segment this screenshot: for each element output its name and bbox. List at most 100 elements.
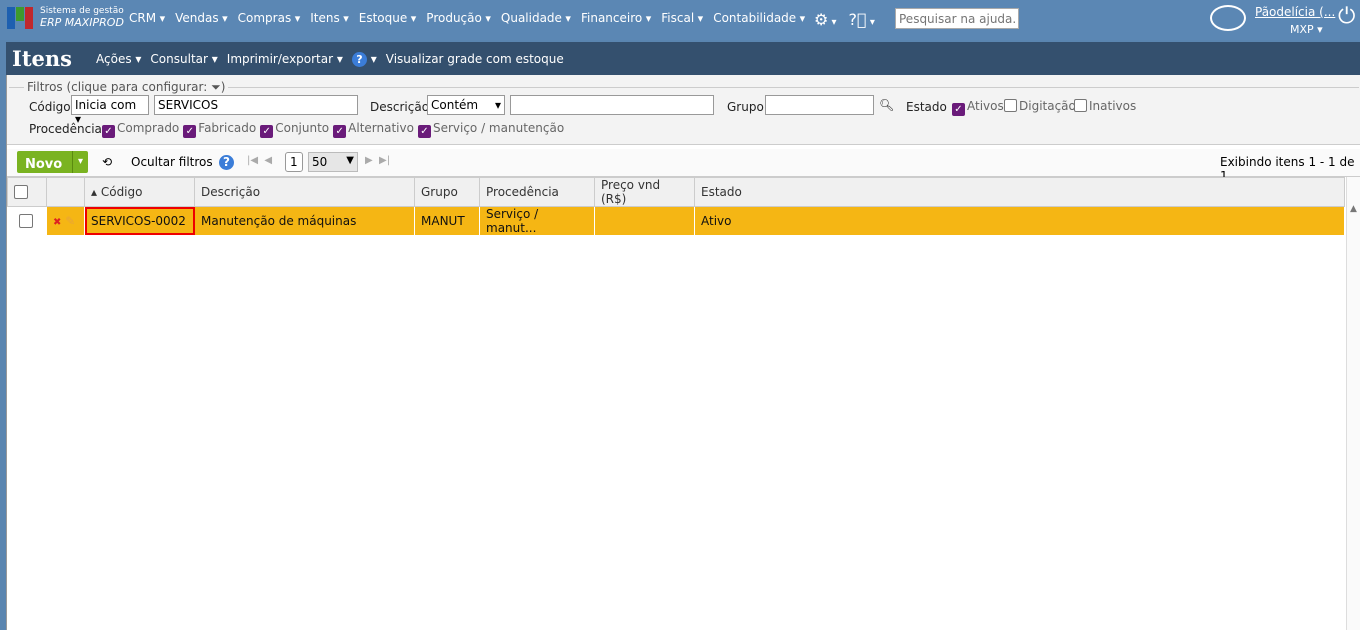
header-estado[interactable]: Estado xyxy=(694,177,1345,207)
edit-pencil-icon[interactable]: ✎ xyxy=(65,214,75,228)
proc-label: Alternativo xyxy=(348,121,414,135)
novo-dropdown-icon[interactable]: ▾ xyxy=(72,151,88,173)
cell-codigo[interactable]: SERVICOS-0002 xyxy=(84,206,195,235)
filters-legend[interactable]: Filtros (clique para configurar: ⏷) xyxy=(24,80,228,95)
main-content: Filtros (clique para configurar: ⏷) Códi… xyxy=(6,75,1360,630)
checkbox-checked[interactable]: ✓ xyxy=(102,125,115,138)
first-page-icon[interactable]: |◀ ◀ xyxy=(247,155,272,166)
descricao-input[interactable] xyxy=(510,95,714,115)
help-circle-icon[interactable]: ?⃝ ▾ xyxy=(849,10,875,29)
filters-legend-end: ) xyxy=(220,80,226,94)
help-icon[interactable]: ? xyxy=(219,155,234,170)
refresh-icon[interactable]: ⟲ xyxy=(102,155,112,169)
header-codigo[interactable]: ▴ Código xyxy=(84,177,195,207)
menu-crm[interactable]: CRM xyxy=(129,11,165,25)
codigo-input[interactable]: SERVICOS xyxy=(154,95,358,115)
user-link[interactable]: Pãodelícia (... xyxy=(1255,5,1335,19)
gear-icon[interactable]: ⚙ ▾ xyxy=(814,10,837,29)
proc-label: Serviço / manutenção xyxy=(432,121,565,135)
grid-stock-link[interactable]: Visualizar grade com estoque xyxy=(386,52,564,67)
cell-grupo[interactable]: MANUT xyxy=(414,206,480,235)
codigo-operator-value: Inicia com xyxy=(75,98,137,112)
proc-conjunto[interactable]: ✓ Conjunto xyxy=(260,121,329,138)
estado-label-text: Ativos xyxy=(967,99,1004,113)
menu-producao[interactable]: Produção xyxy=(426,11,491,25)
acoes-menu[interactable]: Ações xyxy=(96,52,141,67)
checkbox-unchecked[interactable] xyxy=(1004,99,1017,112)
table-row[interactable]: ✖ ✎ SERVICOS-0002 Manutenção de máquinas… xyxy=(7,206,1345,235)
help-menu[interactable]: ? ▾ xyxy=(351,52,377,67)
power-icon[interactable]: ⏻ xyxy=(1338,4,1355,29)
grid-toolbar: Novo ▾ ⟲ Ocultar filtros ? |◀ ◀ 1 50 ▼ ▶ ▶… xyxy=(7,149,1360,183)
hide-filters-button[interactable]: Ocultar filtros xyxy=(131,155,213,169)
select-all-header[interactable] xyxy=(7,177,47,207)
chat-bubble-icon[interactable] xyxy=(1210,5,1246,31)
consultar-menu[interactable]: Consultar xyxy=(150,52,217,67)
filter-icon[interactable]: ⏷ xyxy=(211,80,221,94)
imprimir-menu[interactable]: Imprimir/exportar xyxy=(227,52,343,67)
cell-preco[interactable] xyxy=(594,206,695,235)
checkbox-checked[interactable]: ✓ xyxy=(333,125,347,138)
page-title: Itens xyxy=(12,46,72,71)
help-search-input[interactable] xyxy=(895,8,1019,29)
cell-estado[interactable]: Ativo xyxy=(694,206,1345,235)
filters-panel: Filtros (clique para configurar: ⏷) Códi… xyxy=(7,75,1360,145)
menu-vendas[interactable]: Vendas xyxy=(175,11,228,25)
checkbox-checked[interactable]: ✓ xyxy=(183,125,197,138)
proc-servico[interactable]: ✓ Serviço / manutenção xyxy=(417,121,565,138)
row-checkbox[interactable] xyxy=(18,213,33,228)
procedencia-label: Procedência xyxy=(29,122,102,136)
page-size-select[interactable]: 50 ▼ xyxy=(308,152,358,172)
checkbox-checked[interactable]: ✓ xyxy=(417,125,431,138)
estado-inativos[interactable]: Inativos xyxy=(1074,99,1136,113)
menu-compras[interactable]: Compras xyxy=(238,11,301,25)
row-actions: ✖ ✎ xyxy=(46,206,85,235)
procedencia-options: ✓ Comprado ✓ Fabricado ✓ Conjunto ✓ Alternat… xyxy=(102,121,564,138)
novo-button[interactable]: Novo ▾ xyxy=(17,151,88,173)
company-selector[interactable]: MXP xyxy=(1290,23,1323,36)
menu-fiscal[interactable]: Fiscal xyxy=(661,11,703,25)
checkbox-checked[interactable]: ✓ xyxy=(952,103,965,116)
grupo-input[interactable] xyxy=(765,95,874,115)
logo-icon xyxy=(7,7,34,29)
delete-icon[interactable]: ✖ xyxy=(53,217,61,228)
page-size-value: 50 xyxy=(312,155,328,169)
codigo-operator-select[interactable]: Inicia com ▾ xyxy=(71,95,149,126)
header-grupo[interactable]: Grupo xyxy=(414,177,480,207)
next-page-icon[interactable]: ▶ ▶| xyxy=(365,155,390,166)
descricao-operator-select[interactable]: Contém ▾ xyxy=(427,95,505,115)
table-header-row: ▴ Código Descrição Grupo Procedência Pre… xyxy=(7,177,1345,207)
menu-qualidade[interactable]: Qualidade xyxy=(501,11,571,25)
header-preco[interactable]: Preço vnd (R$) xyxy=(594,177,695,207)
menu-itens[interactable]: Itens xyxy=(310,11,349,25)
cell-procedencia[interactable]: Serviço / manut... xyxy=(479,206,595,235)
proc-alternativo[interactable]: ✓ Alternativo xyxy=(333,121,414,138)
checkbox-unchecked[interactable] xyxy=(1074,99,1087,112)
checkbox-checked[interactable]: ✓ xyxy=(260,125,274,138)
menu-estoque[interactable]: Estoque xyxy=(359,11,417,25)
descricao-label: Descrição xyxy=(370,100,430,114)
header-procedencia[interactable]: Procedência xyxy=(479,177,595,207)
proc-comprado[interactable]: ✓ Comprado xyxy=(102,121,179,138)
row-select[interactable] xyxy=(7,206,47,235)
page-header: Itens Ações Consultar Imprimir/exportar … xyxy=(6,42,1360,75)
header-descricao[interactable]: Descrição xyxy=(194,177,415,207)
brand[interactable]: Sistema de gestão ERP MAXIPROD xyxy=(40,6,124,30)
search-icon[interactable]: 🔍︎ xyxy=(879,98,894,112)
select-all-checkbox[interactable] xyxy=(14,184,28,199)
cell-descricao[interactable]: Manutenção de máquinas xyxy=(194,206,415,235)
filters-legend-text: Filtros (clique para configurar: xyxy=(27,80,208,94)
estado-digitacao[interactable]: Digitação xyxy=(1004,99,1076,113)
grupo-label: Grupo xyxy=(727,100,764,114)
codigo-label: Código xyxy=(29,100,71,114)
estado-label-text: Inativos xyxy=(1089,99,1137,113)
proc-fabricado[interactable]: ✓ Fabricado xyxy=(183,121,256,138)
vertical-scrollbar[interactable]: ▲ xyxy=(1346,177,1360,630)
proc-label: Conjunto xyxy=(275,121,330,135)
page-input[interactable]: 1 xyxy=(285,152,303,172)
estado-ativos[interactable]: ✓ Ativos xyxy=(952,99,1004,116)
novo-label: Novo xyxy=(25,157,63,172)
menu-financeiro[interactable]: Financeiro xyxy=(581,11,651,25)
scroll-up-icon[interactable]: ▲ xyxy=(1350,204,1357,214)
menu-contabilidade[interactable]: Contabilidade xyxy=(713,11,805,25)
